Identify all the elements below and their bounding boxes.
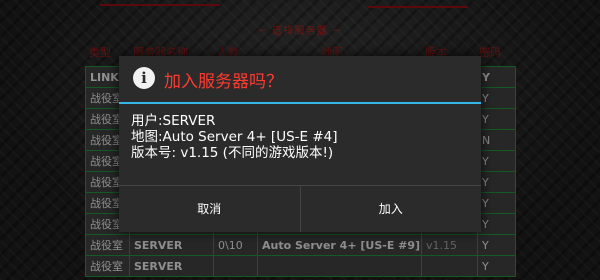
dialog-title: 加入服务器吗？ <box>164 72 283 92</box>
info-icon: i <box>133 67 155 89</box>
join-button[interactable]: 加入 <box>299 186 482 232</box>
join-server-dialog: i 加入服务器吗？ 用户:SERVER 地图:Auto Server 4+ [U… <box>119 56 481 232</box>
cancel-button[interactable]: 取消 <box>119 186 300 232</box>
map-line: 地图:Auto Server 4+ [US-E #4] <box>131 129 338 145</box>
dialog-body: 用户:SERVER 地图:Auto Server 4+ [US-E #4] 版本… <box>119 104 481 161</box>
version-line: 版本号: v1.15 (不同的游戏版本!) <box>131 145 334 161</box>
dialog-header: i 加入服务器吗？ <box>119 56 481 102</box>
user-line: 用户:SERVER <box>131 113 216 129</box>
dialog-button-bar: 取消 加入 <box>119 185 481 232</box>
